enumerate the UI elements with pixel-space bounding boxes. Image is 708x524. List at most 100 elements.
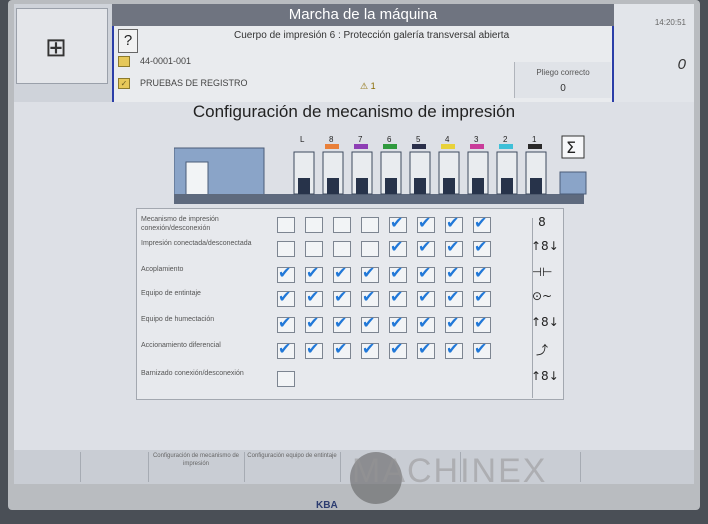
check-icon: ✔: [306, 287, 320, 306]
config-checkbox[interactable]: ✔: [305, 313, 323, 333]
config-checkbox[interactable]: ✔: [333, 339, 351, 359]
check-icon: ✔: [362, 287, 376, 306]
warning-indicator[interactable]: ⚠ 1: [360, 81, 376, 92]
config-checkbox[interactable]: ✔: [389, 263, 407, 283]
check-icon: ✔: [362, 339, 376, 358]
check-icon: ✔: [418, 263, 432, 282]
config-checkbox[interactable]: [361, 241, 379, 257]
config-checkbox[interactable]: ✔: [389, 313, 407, 333]
config-checkbox[interactable]: ✔: [389, 213, 407, 233]
softkey-1[interactable]: [14, 452, 81, 482]
check-icon: ✔: [390, 313, 404, 332]
config-checkbox[interactable]: ✔: [445, 237, 463, 257]
unit-color-7: [354, 144, 368, 149]
config-checkbox[interactable]: [277, 217, 295, 233]
config-checkbox[interactable]: ✔: [361, 263, 379, 283]
checkbox-frame: [277, 371, 295, 387]
config-checkbox[interactable]: ✔: [445, 213, 463, 233]
config-checkbox[interactable]: [333, 241, 351, 257]
check-icon: ✔: [474, 339, 488, 358]
unit-label-7: 7: [358, 135, 363, 144]
check-icon: ✔: [390, 237, 404, 256]
config-checkbox[interactable]: ✔: [417, 237, 435, 257]
config-checkbox[interactable]: ✔: [361, 287, 379, 307]
config-checkbox[interactable]: ✔: [277, 313, 295, 333]
check-icon: ✔: [390, 287, 404, 306]
unit-cylinder-6: [385, 178, 397, 194]
config-checkbox[interactable]: ✔: [473, 313, 491, 333]
row-label: Equipo de humectación: [141, 316, 215, 323]
check-icon: ✔: [334, 263, 348, 282]
softkey-7[interactable]: [580, 452, 694, 482]
watermark-text: MACHINEX: [352, 452, 548, 490]
check-icon: ✔: [418, 213, 432, 232]
config-checkbox[interactable]: ✔: [417, 313, 435, 333]
counter-panel: 14:20:51 0: [614, 4, 694, 102]
checkbox-frame: [277, 241, 295, 257]
config-checkbox[interactable]: [333, 217, 351, 233]
config-checkbox[interactable]: [277, 241, 295, 257]
config-checkbox[interactable]: ✔: [305, 287, 323, 307]
config-checkbox[interactable]: [277, 371, 295, 387]
checkbox-frame: [277, 217, 295, 233]
machine-overview-button[interactable]: ⊞: [16, 8, 108, 84]
clock: 14:20:51: [654, 18, 686, 27]
config-checkbox[interactable]: ✔: [389, 237, 407, 257]
config-checkbox[interactable]: ✔: [305, 339, 323, 359]
check-icon: ✔: [418, 339, 432, 358]
config-checkbox[interactable]: ✔: [445, 339, 463, 359]
config-checkbox[interactable]: ✔: [445, 313, 463, 333]
config-checkbox[interactable]: ✔: [473, 263, 491, 283]
softkey-2[interactable]: [80, 452, 149, 482]
config-checkbox[interactable]: [305, 241, 323, 257]
config-checkbox[interactable]: ✔: [445, 263, 463, 283]
config-checkbox[interactable]: ✔: [473, 339, 491, 359]
sum-icon: Σ: [566, 138, 576, 157]
unit-cylinder-4: [443, 178, 455, 194]
unit-cylinder-3: [472, 178, 484, 194]
check-icon: ✔: [306, 339, 320, 358]
page-title: Configuración de mecanismo de impresión: [192, 102, 516, 121]
unit-color-1: [528, 144, 542, 149]
help-button[interactable]: ?: [118, 29, 138, 53]
unit-cylinder-8: [327, 178, 339, 194]
config-checkbox[interactable]: ✔: [417, 339, 435, 359]
config-checkbox[interactable]: ✔: [333, 263, 351, 283]
config-checkbox[interactable]: ✔: [473, 287, 491, 307]
check-icon: ✔: [278, 339, 292, 358]
config-checkbox[interactable]: ✔: [277, 339, 295, 359]
config-checkbox[interactable]: ✔: [473, 213, 491, 233]
unit-label-6: 6: [387, 135, 392, 144]
config-checkbox[interactable]: [361, 217, 379, 233]
config-checkbox[interactable]: ✔: [277, 263, 295, 283]
config-checkbox[interactable]: ✔: [417, 287, 435, 307]
config-checkbox[interactable]: ✔: [389, 287, 407, 307]
config-checkbox[interactable]: [305, 217, 323, 233]
unit-color-8: [325, 144, 339, 149]
unit-cylinder-1: [530, 178, 542, 194]
config-checkbox[interactable]: ✔: [417, 263, 435, 283]
checkbox-frame: [305, 217, 323, 233]
softkey-4[interactable]: Configuración equipo de entintaje: [244, 452, 341, 482]
check-icon: ✔: [390, 213, 404, 232]
config-checkbox[interactable]: ✔: [389, 339, 407, 359]
check-icon: ✔: [334, 339, 348, 358]
config-checkbox[interactable]: ✔: [361, 313, 379, 333]
config-checkbox[interactable]: ✔: [417, 213, 435, 233]
check-icon: ✔: [446, 213, 460, 232]
config-checkbox[interactable]: ✔: [333, 313, 351, 333]
config-checkbox[interactable]: ✔: [333, 287, 351, 307]
unit-color-4: [441, 144, 455, 149]
unit-label-8: 8: [329, 135, 334, 144]
softkey-3[interactable]: Configuración de mecanismo de impresión: [148, 452, 245, 482]
config-checkbox[interactable]: ✔: [361, 339, 379, 359]
feeder-door: [185, 161, 209, 197]
job-number: 44-0001-001: [140, 56, 192, 66]
pliego-label: Pliego correcto: [536, 68, 590, 77]
config-checkbox[interactable]: ✔: [445, 287, 463, 307]
config-checkbox[interactable]: ✔: [277, 287, 295, 307]
unit-label-L: L: [300, 135, 305, 144]
config-checkbox[interactable]: ✔: [473, 237, 491, 257]
config-checkbox[interactable]: ✔: [305, 263, 323, 283]
delivery-shape: [559, 171, 587, 195]
